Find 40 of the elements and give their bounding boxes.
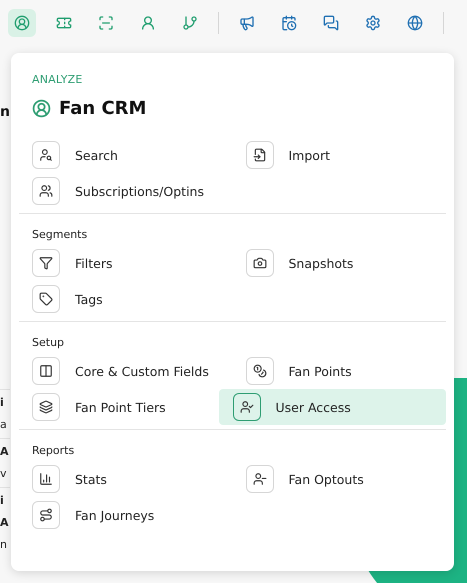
row-text: v	[0, 466, 7, 482]
bar-chart-icon	[39, 472, 53, 486]
row-text: A	[0, 515, 9, 531]
menu-item[interactable]: Filters	[19, 245, 232, 281]
layers-icon	[39, 400, 53, 414]
users-icon	[39, 184, 53, 198]
user-circle-icon	[32, 99, 51, 118]
user-check-icon	[240, 400, 254, 414]
page-heading: n	[0, 103, 10, 122]
row-text: A	[0, 444, 9, 460]
menu-item[interactable]: Subscriptions/Optins	[19, 173, 232, 209]
row-text: i	[0, 395, 4, 411]
section-heading: Reports	[32, 444, 76, 457]
toolbar-button[interactable]	[8, 9, 36, 37]
columns-icon	[39, 364, 53, 378]
menu-item[interactable]: Fan Journeys	[19, 497, 232, 533]
route-icon	[39, 508, 53, 522]
row-text: i	[0, 493, 4, 509]
tag-icon	[39, 292, 53, 306]
row-text: a	[0, 417, 7, 433]
coins-icon	[252, 364, 266, 378]
menu-item[interactable]: Import	[232, 137, 446, 173]
menu-item[interactable]: Core & Custom Fields	[19, 353, 232, 389]
menu-item[interactable]: User Access	[218, 389, 446, 425]
menu-item[interactable]: Search	[19, 137, 232, 173]
section-heading: Segments	[32, 228, 88, 241]
file-import-icon	[252, 148, 266, 162]
menu-item[interactable]: Tags	[19, 281, 232, 317]
menu-item[interactable]: Stats	[19, 461, 232, 497]
section-heading: Setup	[32, 336, 66, 349]
menu-category: ANALYZE	[32, 73, 84, 86]
row-text: n	[0, 537, 7, 553]
user-minus-icon	[252, 472, 266, 486]
menu-item[interactable]: Fan Optouts	[232, 461, 446, 497]
menu-title: Fan CRM	[59, 98, 146, 119]
menu-item[interactable]: Snapshots	[232, 245, 446, 281]
camera-icon	[252, 256, 266, 270]
menu-item[interactable]: Fan Points	[232, 353, 446, 389]
filter-icon	[39, 256, 53, 270]
user-search-icon	[39, 148, 53, 162]
